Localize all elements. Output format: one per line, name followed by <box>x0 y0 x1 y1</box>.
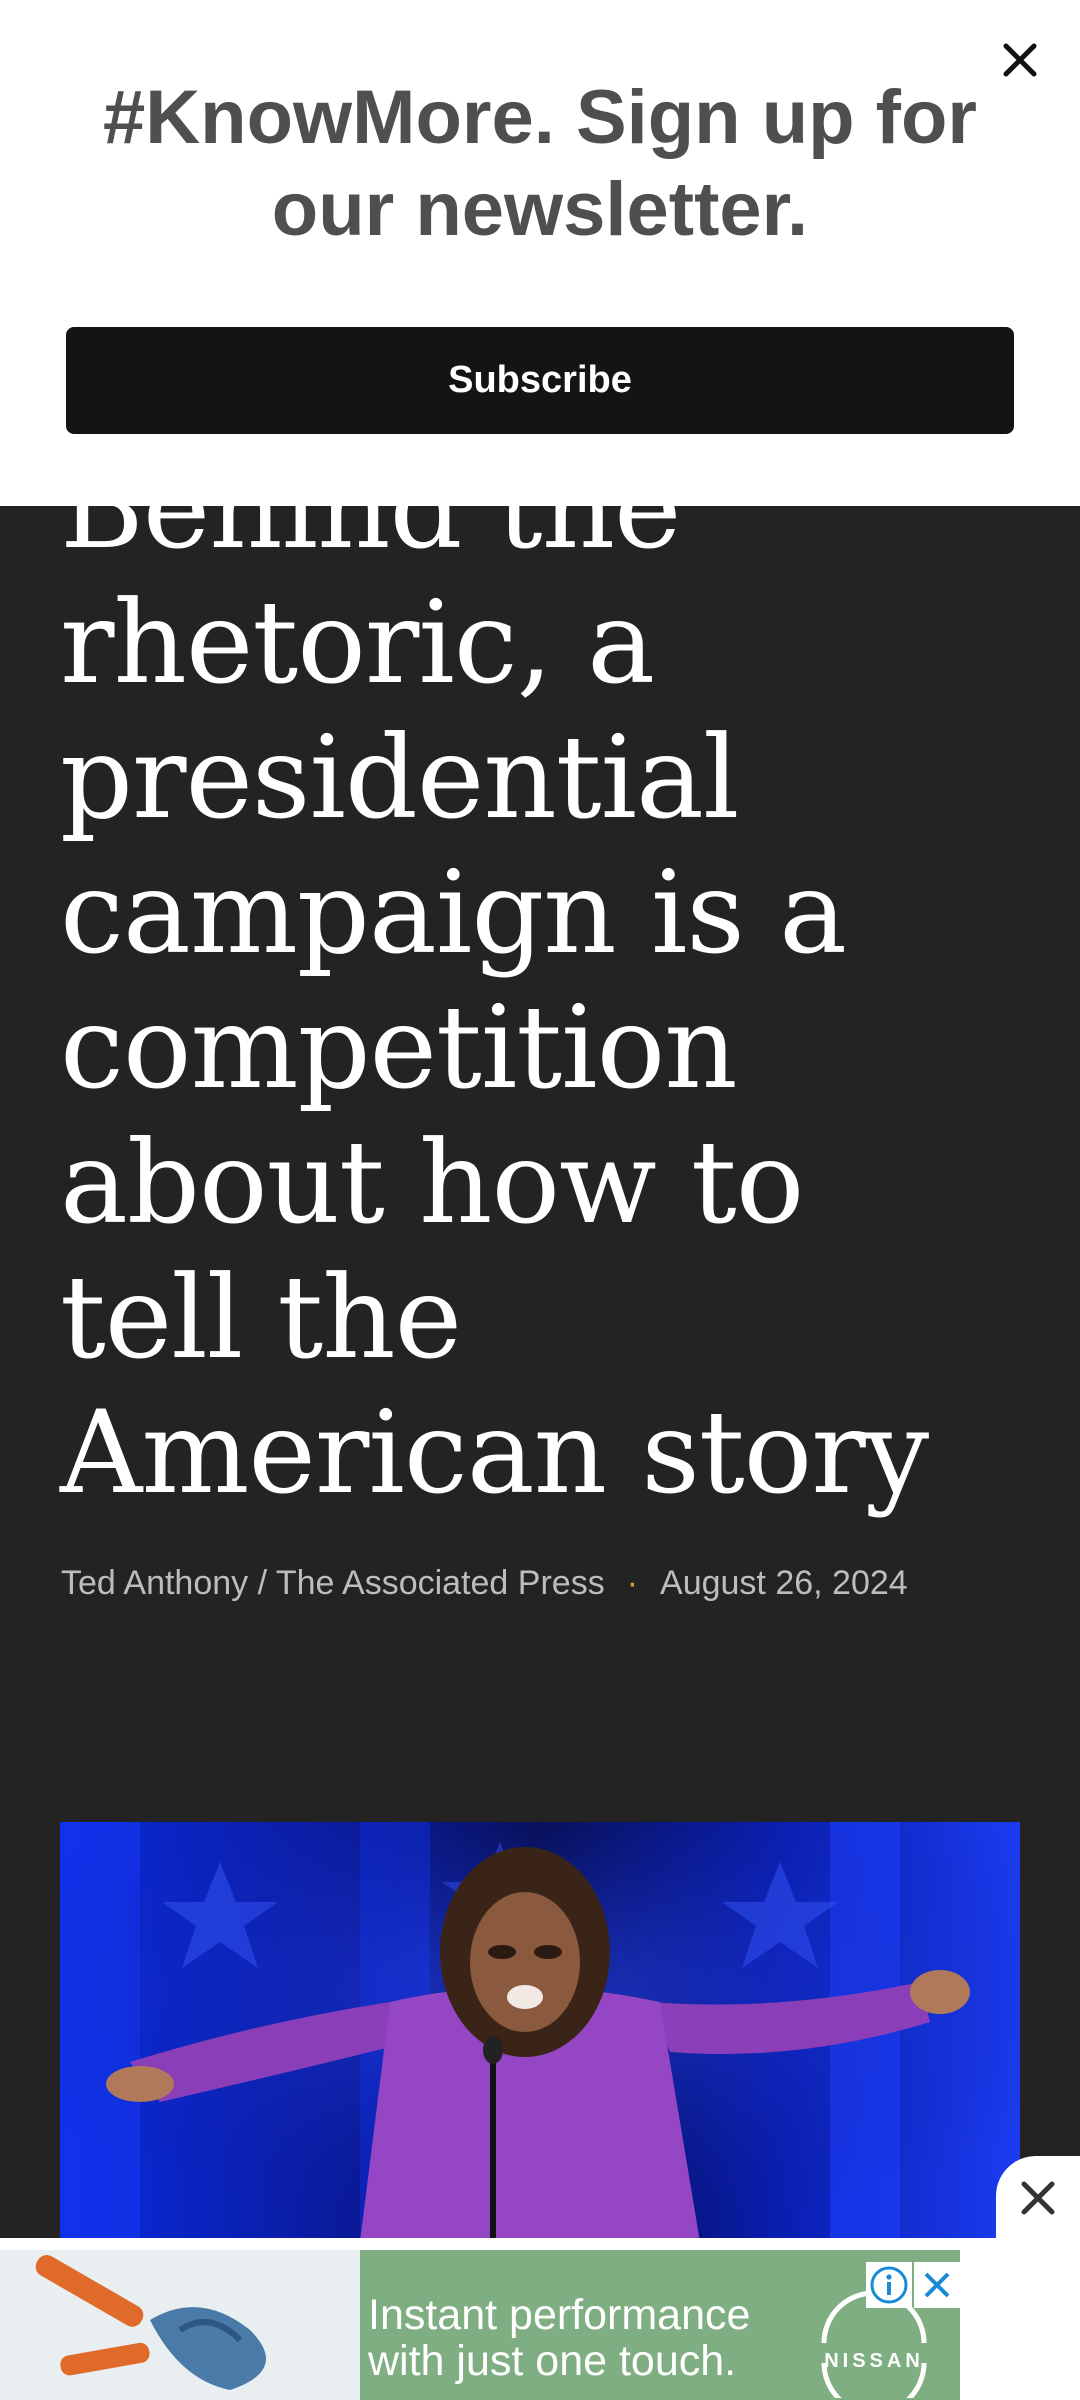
ad-brand: NISSAN <box>824 2350 924 2372</box>
close-icon <box>914 2262 960 2308</box>
newsletter-title: #KnowMore. Sign up for our newsletter. <box>103 75 977 252</box>
subscribe-button[interactable]: Subscribe <box>66 327 1014 434</box>
ad-info-button[interactable] <box>866 2262 912 2308</box>
article-headline: Behind the rhetoric, a presidential camp… <box>60 441 929 1519</box>
ad-headline: Instant performance with just one touch. <box>368 2291 751 2385</box>
article-photo <box>60 1822 1020 2242</box>
byline-separator: · <box>626 1564 639 1602</box>
ad-dismiss-button[interactable] <box>996 2156 1080 2240</box>
byline: Ted Anthony / The Associated Press · Augus… <box>61 1564 1041 1603</box>
info-icon <box>866 2262 912 2308</box>
publish-date: August 26, 2024 <box>660 1564 908 1602</box>
ad-close-button[interactable] <box>914 2262 960 2308</box>
ad-creative[interactable]: Instant performance with just one touch.… <box>0 2250 960 2400</box>
author-name[interactable]: Ted Anthony / The Associated Press <box>61 1564 605 1602</box>
ad-banner[interactable]: Instant performance with just one touch.… <box>0 2238 1080 2400</box>
ad-product-image <box>0 2250 360 2400</box>
newsletter-banner: #KnowMore. Sign up for our newsletter. S… <box>0 0 1080 506</box>
close-icon <box>1021 2181 1055 2215</box>
